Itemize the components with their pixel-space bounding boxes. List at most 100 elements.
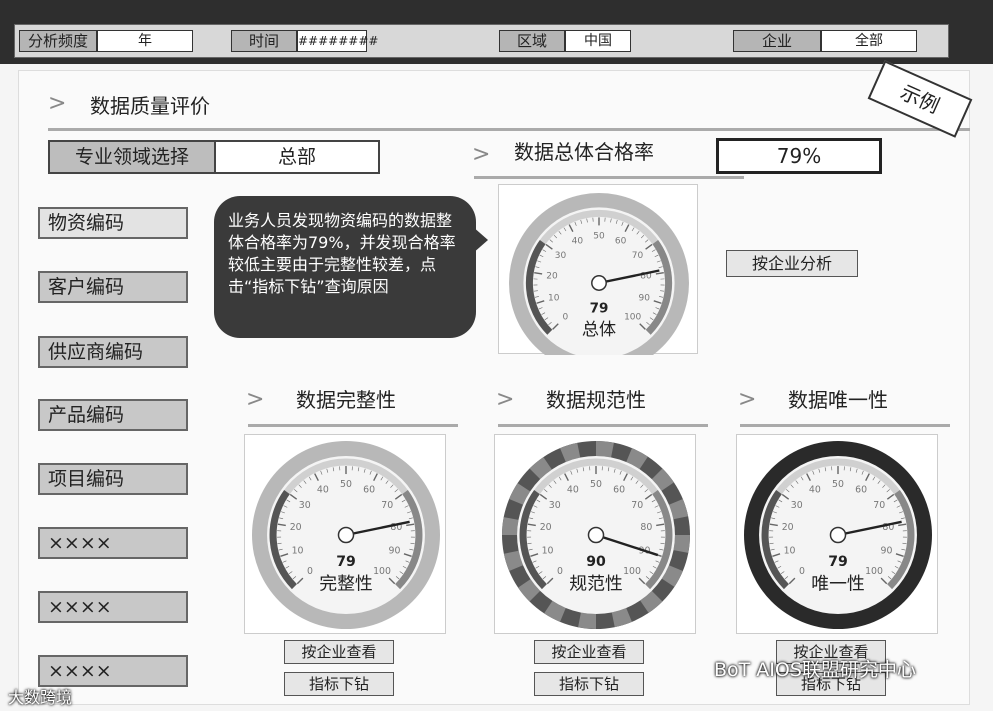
section-gauge-svg: 010203040506070809010090规范性	[502, 441, 690, 629]
nav-item[interactable]: ××××	[38, 655, 188, 687]
gauge-label: 总体	[582, 320, 616, 340]
gauge-tick-label: 20	[290, 522, 302, 533]
gauge-ring-segment	[509, 483, 531, 505]
tooltip-bubble: 业务人员发现物资编码的数据整体合格率为79%，并发现合格率较低主要由于完整性较差…	[214, 196, 476, 338]
section-gauge-svg: 010203040506070809010079唯一性	[744, 441, 932, 629]
region-select[interactable]: 中国	[565, 30, 631, 52]
view-by-company-button[interactable]: 按企业查看	[534, 640, 644, 664]
gauge-tick-label: 60	[613, 485, 625, 496]
gauge-value-text: 79	[590, 301, 609, 317]
gauge-ring-segment	[578, 612, 597, 629]
gauge-ring-segment	[560, 442, 581, 463]
section-divider	[498, 424, 708, 427]
gauge-ring-segment	[673, 534, 690, 553]
gauge-hub	[337, 526, 355, 544]
gauge-tick-label: 30	[299, 500, 311, 511]
gauge-tick-label: 40	[809, 485, 821, 496]
view-by-company-button[interactable]: 按企业查看	[284, 640, 394, 664]
analyze-by-company-button[interactable]: 按企业分析	[726, 250, 858, 277]
tooltip-tail	[472, 226, 488, 254]
gauge-tick-label: 70	[632, 251, 644, 261]
section-gauge-svg: 010203040506070809010079完整性	[252, 441, 440, 629]
time-input[interactable]: ########	[297, 30, 378, 52]
domain-select-label: 专业领域选择	[48, 140, 214, 174]
nav-item[interactable]: 物资编码	[38, 207, 188, 239]
gauge-tick-label: 10	[784, 546, 796, 557]
drill-down-button[interactable]: 指标下钻	[284, 672, 394, 696]
gauge-tick-label: 100	[865, 566, 883, 577]
gauge-tick-label: 60	[615, 237, 627, 247]
drill-down-button[interactable]: 指标下钻	[534, 672, 644, 696]
gauge-tick-label: 70	[873, 500, 885, 511]
gauge-ring-segment	[518, 579, 541, 602]
gauge-tick-label: 60	[363, 485, 375, 496]
nav-item[interactable]: 客户编码	[38, 271, 188, 303]
gauge-tick-label: 100	[623, 566, 641, 577]
time-label: 时间	[231, 30, 297, 52]
gauge-tick-label: 90	[388, 546, 400, 557]
gauge-tick-label: 0	[307, 566, 313, 577]
gauge-tick-label: 90	[880, 546, 892, 557]
gauge-hub	[591, 275, 607, 291]
gauge-ring-segment	[668, 499, 689, 520]
domain-select[interactable]: 总部	[214, 140, 380, 174]
gauge-ring-segment	[595, 441, 614, 458]
overall-title: 数据总体合格率	[514, 140, 654, 164]
gauge-label: 完整性	[319, 574, 373, 595]
region-label: 区域	[499, 30, 565, 52]
gauge-tick-label: 50	[593, 231, 605, 241]
gauge-tick-label: 10	[548, 294, 560, 304]
section-title: 数据完整性	[296, 388, 396, 412]
gauge-tick-label: 50	[340, 479, 352, 490]
nav-item[interactable]: ××××	[38, 591, 188, 623]
gauge-tick-label: 20	[782, 522, 794, 533]
gauge-tick-label: 80	[640, 522, 652, 533]
gauge-ring-segment	[502, 517, 519, 536]
gauge-tick-label: 100	[373, 566, 391, 577]
gauge-hub	[587, 526, 605, 544]
period-label: 分析频度	[19, 30, 97, 52]
gauge-ring-segment	[503, 550, 524, 571]
section-gauge: 010203040506070809010090规范性	[494, 434, 696, 634]
section-divider	[740, 424, 950, 427]
watermark-left: 大数跨境	[8, 688, 73, 707]
gauge-tick-label: 30	[549, 500, 561, 511]
gauge-tick-label: 60	[855, 485, 867, 496]
gauge-tick-label: 70	[631, 500, 643, 511]
gauge-ring-segment	[661, 565, 683, 587]
chevron-right-icon: >	[496, 387, 515, 412]
gauge-tick-label: 10	[292, 546, 304, 557]
watermark-right: BoT AIOS联盟研究中心	[714, 659, 916, 681]
gauge-ring-segment	[640, 590, 663, 613]
filter-bar-inner: 分析频度 年 时间 ######## 区域 中国 企业 全部	[14, 24, 949, 58]
period-select[interactable]: 年	[97, 30, 193, 52]
gauge-hub	[829, 526, 847, 544]
gauge-tick-label: 20	[546, 272, 558, 282]
chevron-right-icon: >	[472, 142, 491, 167]
nav-item[interactable]: 产品编码	[38, 399, 188, 431]
gauge-tick-label: 40	[317, 485, 329, 496]
nav-item[interactable]: 项目编码	[38, 463, 188, 495]
gauge-label: 唯一性	[811, 574, 865, 595]
gauge-tick-label: 100	[624, 313, 641, 323]
gauge-tick-label: 50	[590, 479, 602, 490]
overall-gauge-svg: 010203040506070809010079总体	[509, 193, 689, 373]
nav-item[interactable]: ××××	[38, 527, 188, 559]
gauge-tick-label: 30	[791, 500, 803, 511]
nav-item[interactable]: 供应商编码	[38, 336, 188, 368]
gauge-ring-segment	[626, 448, 648, 470]
section-title: 数据规范性	[546, 388, 646, 412]
title-divider	[48, 128, 970, 131]
gauge-value-text: 90	[586, 554, 606, 570]
company-select[interactable]: 全部	[821, 30, 917, 52]
gauge-tick-label: 0	[557, 566, 563, 577]
gauge-tick-label: 20	[540, 522, 552, 533]
chevron-right-icon: >	[738, 387, 757, 412]
gauge-tick-label: 0	[799, 566, 805, 577]
gauge-tick-label: 50	[832, 479, 844, 490]
gauge-ring-segment	[651, 468, 674, 491]
section-gauge: 0 10 20 30 40 50 60 70 80 90 100 79 唯一性	[736, 434, 938, 634]
gauge-tick-label: 90	[639, 294, 651, 304]
filter-bar: 分析频度 年 时间 ######## 区域 中国 企业 全部	[0, 0, 993, 64]
section-gauge: 0 10 20 30 40 50 60 70 80 90 100 79 完整性	[244, 434, 446, 634]
